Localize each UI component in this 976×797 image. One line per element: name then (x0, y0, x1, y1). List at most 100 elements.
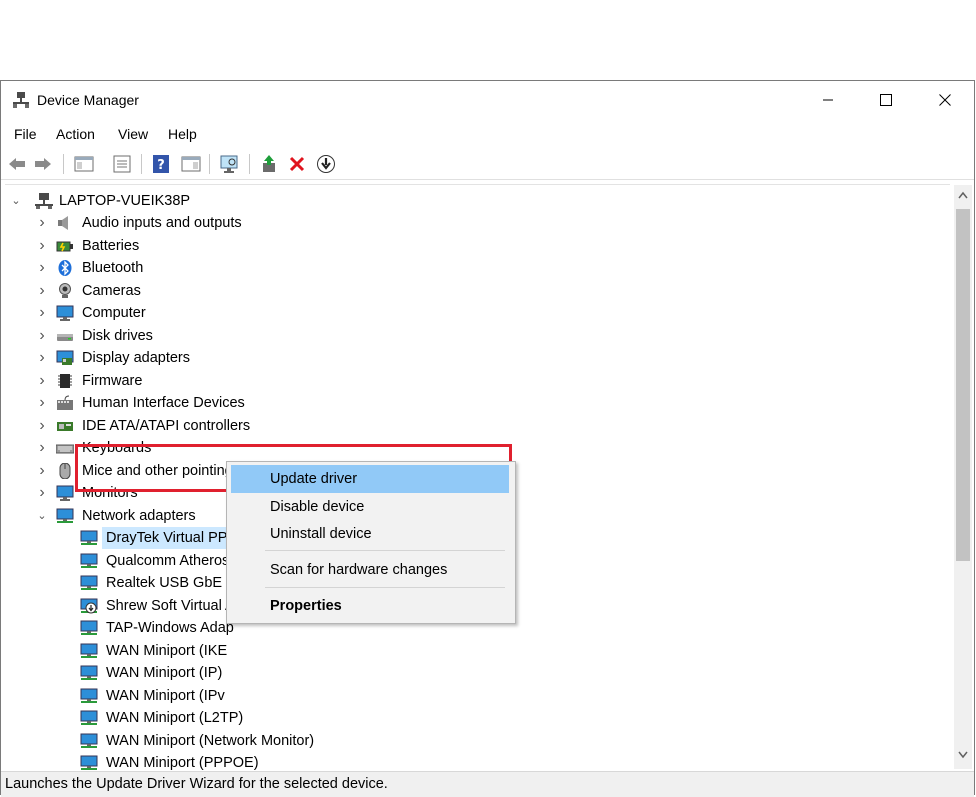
scroll-down-arrow-icon[interactable] (958, 751, 968, 759)
properties-sheet-icon (113, 155, 131, 173)
chevron-right-icon[interactable]: › (37, 437, 47, 459)
help-icon: ? (153, 155, 169, 173)
network-adapter-label: WAN Miniport (IP) (106, 665, 223, 681)
update-driver-button[interactable] (257, 152, 281, 176)
forward-arrow-icon (35, 158, 51, 170)
tree-category[interactable]: › Batteries (5, 235, 605, 257)
disk-icon (57, 333, 73, 341)
tree-category-label: Firmware (82, 372, 143, 389)
chevron-right-icon[interactable]: › (37, 302, 47, 324)
chevron-down-icon[interactable]: ⌄ (11, 190, 21, 212)
network-adapter-label: Shrew Soft Virtual A (106, 597, 235, 614)
tree-category-label: Disk drives (82, 327, 153, 344)
close-button[interactable] (916, 81, 974, 119)
network-adapter-icon (80, 665, 98, 680)
tree-category[interactable]: › IDE ATA/ATAPI controllers (5, 415, 605, 437)
network-adapter-disabled-icon (80, 598, 98, 613)
monitor-icon (56, 485, 74, 501)
tree-category-label: Bluetooth (82, 260, 144, 276)
tree-category[interactable]: › Audio inputs and outputs (5, 212, 605, 234)
tree-category-label: Batteries (82, 237, 140, 254)
menu-separator (265, 587, 505, 588)
minimize-button[interactable] (799, 81, 857, 119)
menu-disable-device[interactable]: Disable device (231, 493, 509, 521)
tree-category[interactable]: › Bluetooth (5, 257, 605, 279)
chevron-right-icon[interactable]: › (37, 415, 47, 437)
scroll-up-arrow-icon[interactable] (958, 191, 968, 199)
network-adapter-label: WAN Miniport (PPPOE) (106, 755, 259, 770)
scan-hardware-button[interactable] (218, 152, 242, 176)
chevron-right-icon[interactable]: › (37, 460, 47, 482)
network-adapter-icon (80, 733, 98, 748)
network-adapter-label: Qualcomm Atheros (106, 552, 230, 569)
chevron-right-icon[interactable]: › (37, 235, 47, 257)
monitor-scan-icon (220, 155, 238, 173)
tree-category[interactable]: › Human Interface Devices (5, 392, 605, 414)
menu-separator (265, 550, 505, 551)
show-hide-console-tree-button[interactable] (72, 152, 96, 176)
menu-properties[interactable]: Properties (231, 592, 509, 620)
tree-root[interactable]: ⌄ LAPTOP-VUEIK38P (5, 190, 605, 212)
uninstall-device-button[interactable] (285, 152, 309, 176)
menu-file[interactable]: File (14, 126, 37, 142)
network-adapter-item[interactable]: WAN Miniport (L2TP) (5, 707, 605, 729)
tree-category[interactable]: › Firmware (5, 370, 605, 392)
forward-button[interactable] (31, 152, 55, 176)
chevron-right-icon[interactable]: › (37, 325, 47, 347)
context-menu: Update driver Disable device Uninstall d… (226, 461, 516, 624)
help-button[interactable]: ? (149, 152, 173, 176)
maximize-button[interactable] (857, 81, 915, 119)
tree-category-label: Computer (82, 305, 146, 321)
network-adapter-label: WAN Miniport (IPv (106, 687, 225, 704)
vertical-scrollbar[interactable] (954, 185, 972, 769)
chevron-right-icon[interactable]: › (37, 257, 47, 279)
network-adapter-item[interactable]: WAN Miniport (IP) (5, 662, 605, 684)
toolbar-separator (249, 154, 250, 174)
enable-device-button[interactable] (314, 152, 338, 176)
console-tree-icon (74, 156, 94, 172)
tree-category[interactable]: › Cameras (5, 280, 605, 302)
menu-update-driver[interactable]: Update driver (231, 465, 509, 493)
menu-view[interactable]: View (118, 126, 148, 142)
chevron-right-icon[interactable]: › (37, 482, 47, 504)
network-adapter-item[interactable]: WAN Miniport (PPPOE) (5, 752, 605, 770)
network-adapter-label: Realtek USB GbE Fa (106, 575, 243, 591)
network-adapter-item[interactable]: WAN Miniport (IPv (5, 685, 605, 707)
red-x-icon (289, 156, 305, 172)
chevron-right-icon[interactable]: › (37, 392, 47, 414)
close-icon (939, 94, 951, 106)
network-adapter-icon (80, 643, 98, 658)
menu-help[interactable]: Help (168, 126, 197, 142)
chevron-right-icon[interactable]: › (37, 280, 47, 302)
network-adapter-label: WAN Miniport (IKE (106, 642, 228, 659)
chevron-right-icon[interactable]: › (37, 370, 47, 392)
toolbar: ? (1, 149, 974, 180)
properties-button[interactable] (110, 152, 134, 176)
action-pane-button[interactable] (179, 152, 203, 176)
device-manager-icon (13, 92, 29, 108)
tree-category[interactable]: › Disk drives (5, 325, 605, 347)
menu-uninstall-device[interactable]: Uninstall device (231, 520, 509, 548)
download-circle-icon (317, 155, 335, 173)
tree-category[interactable]: › Computer (5, 302, 605, 324)
hid-icon (57, 395, 73, 410)
network-adapter-item[interactable]: WAN Miniport (IKE (5, 640, 605, 662)
display-adapter-icon (56, 350, 74, 365)
scrollbar-thumb[interactable] (956, 209, 970, 561)
menu-action[interactable]: Action (56, 126, 95, 142)
chevron-right-icon[interactable]: › (37, 212, 47, 234)
network-icon (56, 508, 74, 523)
chevron-right-icon[interactable]: › (37, 347, 47, 369)
computer-icon (35, 193, 53, 209)
title-bar[interactable]: Device Manager (1, 81, 974, 119)
battery-icon (56, 241, 73, 251)
maximize-icon (880, 94, 892, 106)
tree-category[interactable]: › Display adapters (5, 347, 605, 369)
tree-category-label: Display adapters (82, 350, 190, 366)
menu-bar: File Action View Help (1, 121, 974, 147)
chevron-down-icon[interactable]: ⌄ (37, 505, 47, 527)
network-adapter-label: WAN Miniport (Network Monitor) (106, 732, 315, 749)
back-button[interactable] (5, 152, 29, 176)
network-adapter-item[interactable]: WAN Miniport (Network Monitor) (5, 730, 605, 752)
menu-scan-hardware[interactable]: Scan for hardware changes (231, 556, 509, 584)
